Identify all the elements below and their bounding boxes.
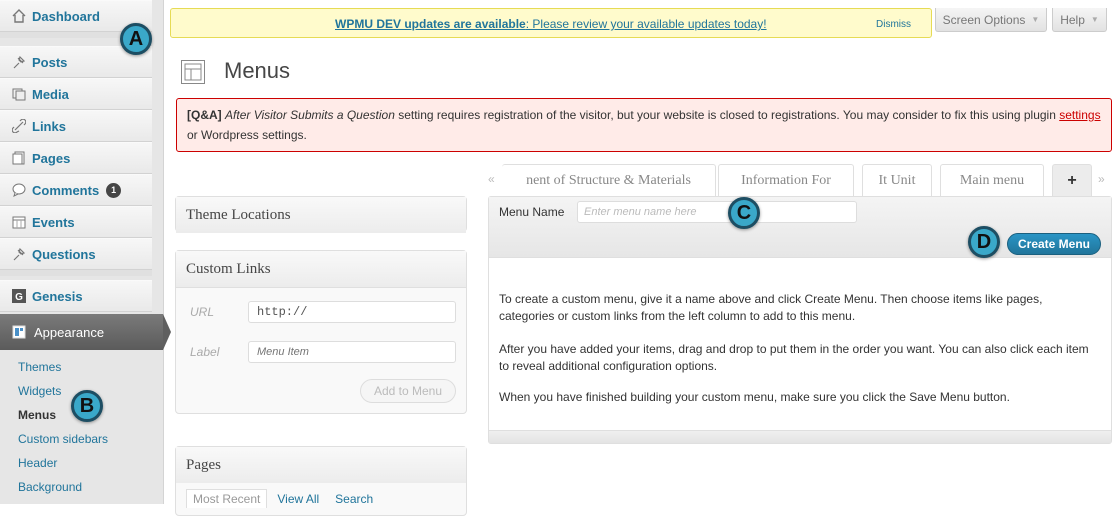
chevron-down-icon: ▼	[1031, 15, 1040, 24]
tab-structure-materials[interactable]: nent of Structure & Materials	[502, 164, 716, 196]
tabs-scroll-right[interactable]: »	[1098, 172, 1105, 186]
tab-information-for[interactable]: Information For	[718, 164, 854, 196]
marker-c: C	[728, 197, 760, 229]
screen-options-button[interactable]: Screen Options ▼	[935, 8, 1047, 32]
sidebar-item-genesis[interactable]: G Genesis	[0, 280, 152, 312]
tab-it-unit[interactable]: It Unit	[862, 164, 932, 196]
pages-panel: Pages Most Recent View All Search	[175, 446, 467, 516]
error-text: setting requires registration of the vis…	[394, 108, 1060, 122]
error-text-end: or Wordpress settings.	[187, 128, 307, 142]
sidebar-item-media[interactable]: Media	[0, 78, 152, 110]
submenu-custom-sidebars[interactable]: Custom sidebars	[18, 432, 108, 446]
pages-tabs: Most Recent View All Search	[186, 489, 383, 508]
sidebar-separator	[0, 270, 152, 276]
menu-tabs: « nent of Structure & Materials Informat…	[488, 164, 1112, 196]
sidebar-item-label: Dashboard	[32, 8, 100, 24]
sidebar-item-comments[interactable]: Comments 1	[0, 174, 152, 206]
custom-links-panel: Custom Links URL Label Add to Menu	[175, 250, 467, 414]
link-icon	[12, 119, 26, 133]
svg-text:G: G	[15, 292, 23, 303]
url-label: URL	[190, 305, 215, 319]
instruction-text: To create a custom menu, give it a name …	[499, 292, 1043, 323]
sidebar-item-label: Media	[32, 86, 69, 102]
menu-edit-header: Menu Name Enter menu name here Create Me…	[489, 197, 1111, 258]
chevron-down-icon: ▼	[1090, 15, 1099, 24]
pin-icon	[12, 55, 26, 69]
submenu-header[interactable]: Header	[18, 456, 57, 470]
label-input[interactable]	[248, 341, 456, 363]
comment-icon	[12, 183, 26, 197]
label-label: Label	[190, 345, 220, 359]
update-notice: WPMU DEV updates are available: Please r…	[170, 8, 932, 38]
appearance-icon	[12, 325, 26, 339]
sidebar-item-label: Events	[32, 214, 75, 230]
home-icon	[12, 9, 26, 23]
sidebar-item-events[interactable]: Events	[0, 206, 152, 238]
theme-locations-panel[interactable]: Theme Locations	[175, 196, 467, 233]
help-button[interactable]: Help ▼	[1052, 8, 1107, 32]
sidebar-item-appearance[interactable]: Appearance	[0, 314, 171, 350]
sidebar-item-label: Comments	[32, 182, 100, 198]
submenu-themes[interactable]: Themes	[18, 360, 61, 374]
calendar-icon	[12, 215, 26, 229]
update-notice-link[interactable]: WPMU DEV updates are available: Please r…	[335, 17, 767, 31]
menu-name-label: Menu Name	[499, 205, 565, 219]
panel-title: Theme Locations	[176, 197, 466, 233]
menu-edit-area: Menu Name Enter menu name here Create Me…	[488, 196, 1112, 444]
error-setting-name: After Visitor Submits a Question	[225, 108, 395, 122]
qa-error-notice: [Q&A] After Visitor Submits a Question s…	[176, 98, 1112, 152]
sidebar-item-label: Links	[32, 118, 66, 134]
pin-icon	[12, 247, 26, 261]
menu-edit-footer	[489, 430, 1111, 443]
sidebar-item-label: Genesis	[32, 288, 83, 304]
sidebar-item-links[interactable]: Links	[0, 110, 152, 142]
page-icon	[12, 151, 26, 165]
media-icon	[12, 87, 26, 101]
page-title: Menus	[224, 58, 291, 83]
tab-most-recent[interactable]: Most Recent	[186, 489, 268, 508]
add-to-menu-button[interactable]: Add to Menu	[360, 379, 456, 403]
menu-name-input[interactable]: Enter menu name here	[577, 201, 857, 223]
tab-search[interactable]: Search	[329, 490, 379, 508]
current-menu-arrow	[163, 314, 171, 350]
sidebar-item-label: Questions	[32, 246, 96, 262]
settings-link[interactable]: settings	[1059, 108, 1100, 122]
marker-b: B	[71, 390, 103, 422]
sidebar-item-pages[interactable]: Pages	[0, 142, 152, 174]
comment-count-badge: 1	[106, 182, 122, 198]
submenu-background[interactable]: Background	[18, 480, 82, 494]
instruction-text: When you have finished building your cus…	[499, 390, 1010, 404]
sidebar-item-questions[interactable]: Questions	[0, 238, 152, 270]
submenu-widgets[interactable]: Widgets	[18, 384, 61, 398]
sidebar-item-label: Posts	[32, 54, 68, 70]
panel-title[interactable]: Pages	[176, 447, 466, 483]
tab-view-all[interactable]: View All	[271, 490, 325, 508]
dismiss-link[interactable]: Dismiss	[876, 19, 911, 30]
tabs-scroll-left[interactable]: «	[488, 172, 495, 186]
tab-main-menu[interactable]: Main menu	[940, 164, 1044, 196]
error-prefix: [Q&A]	[187, 108, 222, 122]
instruction-text: After you have added your items, drag an…	[499, 342, 1089, 373]
sidebar-item-label: Appearance	[34, 324, 105, 340]
tab-add-menu[interactable]: +	[1052, 164, 1092, 196]
url-input[interactable]	[248, 301, 456, 323]
marker-d: D	[968, 226, 1000, 258]
create-menu-button[interactable]: Create Menu	[1007, 233, 1101, 255]
sidebar-item-label: Pages	[32, 150, 71, 166]
menus-page-icon	[181, 60, 205, 84]
marker-a: A	[120, 23, 152, 55]
admin-sidebar: Dashboard Posts Media Links Pages Commen…	[0, 0, 171, 504]
panel-title[interactable]: Custom Links	[176, 251, 466, 288]
submenu-menus[interactable]: Menus	[18, 408, 56, 422]
genesis-icon: G	[12, 289, 26, 303]
